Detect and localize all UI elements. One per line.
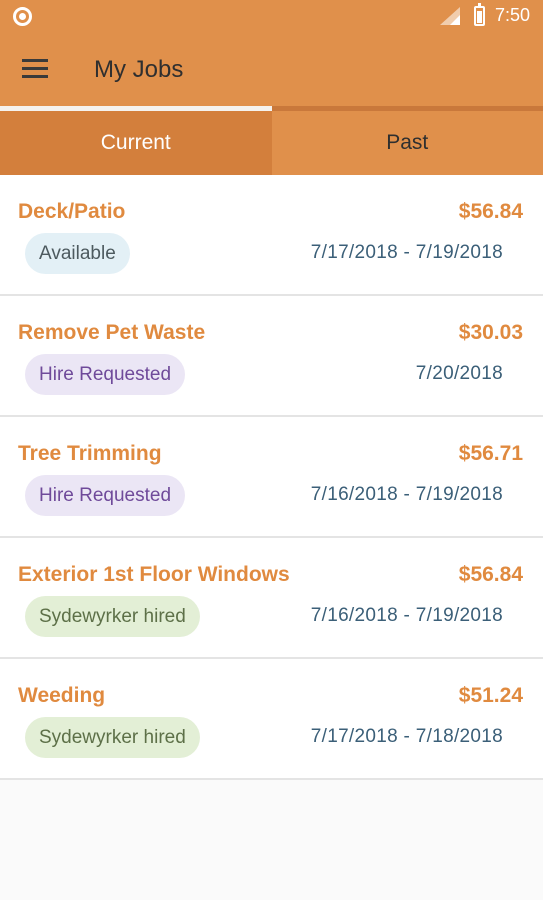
job-title: Weeding: [18, 684, 106, 707]
status-badge: Hire Requested: [25, 475, 186, 516]
job-dates: 7/20/2018: [415, 363, 503, 384]
job-title: Remove Pet Waste: [18, 321, 206, 344]
job-dates: 7/16/2018 - 7/19/2018: [310, 484, 503, 505]
menu-icon[interactable]: [22, 59, 48, 79]
job-row-weeding[interactable]: Weeding $51.24 Sydewyrker hired 7/17/201…: [0, 659, 543, 780]
job-title: Tree Trimming: [18, 442, 162, 465]
app-bar: My Jobs: [0, 34, 543, 106]
job-list: Deck/Patio $56.84 Available 7/17/2018 - …: [0, 175, 543, 780]
job-price: $30.03: [458, 321, 523, 344]
job-title: Deck/Patio: [18, 200, 126, 223]
status-badge: Sydewyrker hired: [25, 717, 200, 758]
status-badge: Hire Requested: [25, 354, 186, 395]
job-row-remove-pet-waste[interactable]: Remove Pet Waste $30.03 Hire Requested 7…: [0, 296, 543, 417]
job-dates: 7/17/2018 - 7/19/2018: [310, 242, 503, 263]
job-title: Exterior 1st Floor Windows: [18, 563, 290, 586]
job-row-deck-patio[interactable]: Deck/Patio $56.84 Available 7/17/2018 - …: [0, 175, 543, 296]
job-dates: 7/16/2018 - 7/19/2018: [310, 605, 503, 626]
status-badge: Available: [25, 233, 130, 274]
signal-icon: [440, 7, 460, 25]
status-time: 7:50: [495, 5, 531, 25]
battery-icon: [474, 3, 485, 26]
job-row-exterior-windows[interactable]: Exterior 1st Floor Windows $56.84 Sydewy…: [0, 538, 543, 659]
job-price: $56.84: [458, 200, 523, 223]
record-icon: [13, 7, 32, 26]
job-price: $56.84: [458, 563, 523, 586]
job-price: $56.71: [458, 442, 523, 465]
job-price: $51.24: [458, 684, 523, 707]
page-title: My Jobs: [94, 56, 184, 83]
job-row-tree-trimming[interactable]: Tree Trimming $56.71 Hire Requested 7/16…: [0, 417, 543, 538]
status-badge: Sydewyrker hired: [25, 596, 200, 637]
job-dates: 7/17/2018 - 7/18/2018: [310, 726, 503, 747]
tab-past[interactable]: Past: [271, 106, 543, 175]
tab-bar: Current Past: [0, 106, 543, 175]
tab-current[interactable]: Current: [0, 106, 272, 175]
status-bar: 7:50: [0, 0, 543, 34]
